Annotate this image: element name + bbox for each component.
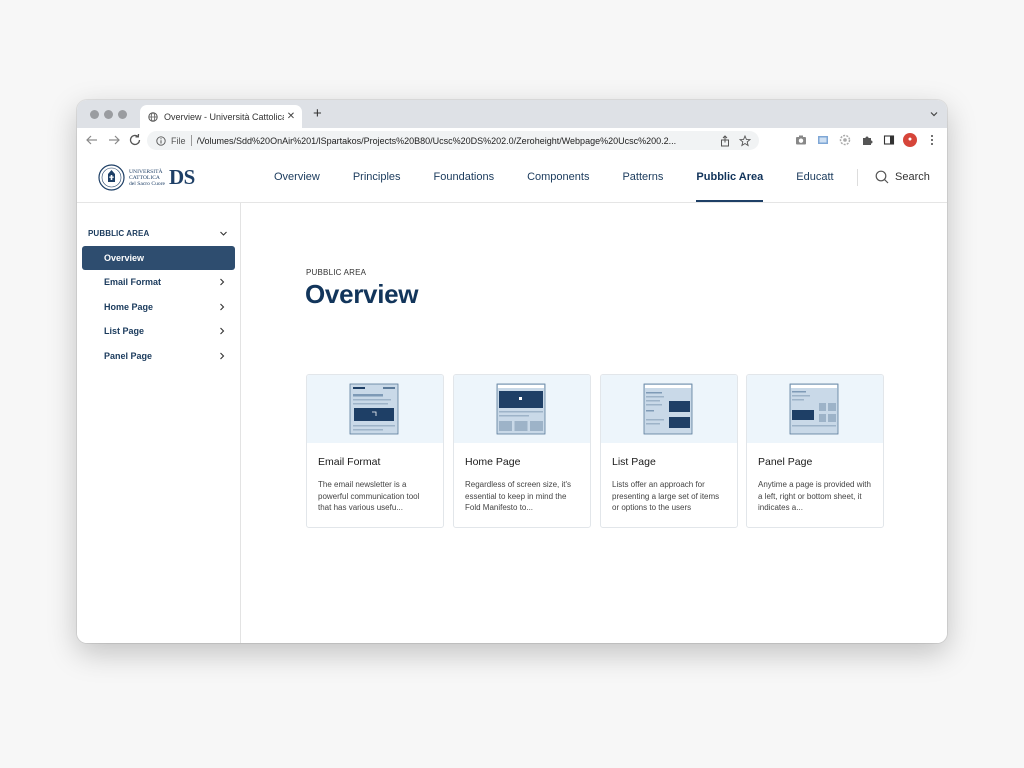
web-page: UNIVERSITÀ CATTOLICA del Sacro Cuore DS … [77, 153, 947, 643]
chevron-right-icon [220, 278, 225, 286]
browser-tab[interactable]: Overview - Università Cattolica ✕ [140, 105, 302, 128]
reload-icon[interactable] [128, 133, 142, 147]
card-thumbnail [601, 375, 737, 443]
nav-educatt[interactable]: Educatt [796, 153, 833, 202]
card-thumbnail [454, 375, 590, 443]
chevron-right-icon [220, 352, 225, 360]
list-page-thumbnail-icon [643, 383, 693, 435]
panel-page-thumbnail-icon [789, 383, 839, 435]
forward-arrow-icon[interactable] [107, 133, 121, 147]
chevron-right-icon [220, 327, 225, 335]
image-extension-icon[interactable] [817, 134, 829, 146]
globe-icon [148, 111, 158, 122]
main-content: PUBBLIC AREA Overview Email Format The e… [241, 203, 947, 643]
sidebar-item-home-page[interactable]: Home Page [82, 295, 235, 319]
puzzle-extensions-icon[interactable] [861, 134, 873, 146]
chevron-down-icon [220, 231, 227, 236]
logo-line-3: del Sacro Cuore [129, 180, 166, 187]
window-minimize-dot[interactable] [104, 110, 113, 119]
sidebar-item-panel-page[interactable]: Panel Page [82, 344, 235, 368]
sidebar: PUBBLIC AREA Overview Email Format Home … [77, 203, 241, 643]
logo-wordmark: UNIVERSITÀ CATTOLICA del Sacro Cuore [129, 169, 169, 187]
card-panel-page[interactable]: Panel Page Anytime a page is provided wi… [746, 374, 884, 528]
info-icon[interactable] [156, 135, 166, 146]
nav-overview[interactable]: Overview [274, 153, 320, 202]
sidebar-item-email-format[interactable]: Email Format [82, 270, 235, 294]
card-title: Home Page [465, 456, 521, 468]
nav-patterns[interactable]: Patterns [622, 153, 663, 202]
sidebar-item-list-page[interactable]: List Page [82, 319, 235, 343]
sidebar-section-header[interactable]: PUBBLIC AREA [88, 229, 228, 238]
share-icon[interactable] [719, 134, 731, 147]
bookmark-star-icon[interactable] [739, 134, 751, 147]
header-divider [857, 169, 858, 186]
tab-title: Overview - Università Cattolica [164, 111, 284, 122]
card-title: Email Format [318, 456, 381, 468]
page-title: Overview [305, 279, 419, 309]
url-text[interactable]: /Volumes/Sdd%20OnAir%201/lSpartakos/Proj… [197, 136, 719, 146]
search-button[interactable]: Search [875, 170, 930, 184]
sidebar-item-label: Home Page [104, 302, 154, 312]
browser-menu-icon[interactable] [929, 134, 935, 146]
card-title: List Page [612, 456, 656, 468]
chevron-right-icon [220, 303, 225, 311]
sidebar-item-label: List Page [104, 326, 145, 336]
card-home-page[interactable]: Home Page Regardless of screen size, it'… [453, 374, 591, 528]
nav-pubblic-area[interactable]: Pubblic Area [696, 153, 763, 202]
close-tab-icon[interactable]: ✕ [284, 111, 298, 122]
browser-window: Overview - Università Cattolica ✕ + File… [77, 100, 947, 643]
sidebar-item-label: Panel Page [104, 351, 153, 361]
page-eyebrow: PUBBLIC AREA [306, 268, 367, 277]
side-panel-icon[interactable] [883, 134, 895, 146]
address-bar[interactable]: File /Volumes/Sdd%20OnAir%201/lSpartakos… [147, 131, 759, 150]
card-thumbnail [307, 375, 443, 443]
search-label: Search [895, 171, 930, 183]
card-description: Regardless of screen size, it's essentia… [465, 480, 572, 512]
card-description: Anytime a page is provided with a left, … [758, 480, 871, 512]
tab-search-chevron-icon[interactable] [929, 109, 939, 119]
sidebar-item-label: Email Format [104, 277, 162, 287]
logo-ds: DS [169, 165, 195, 189]
card-email-format[interactable]: Email Format The email newsletter is a p… [306, 374, 444, 528]
tab-bar: Overview - Università Cattolica ✕ + [77, 100, 947, 128]
site-header: UNIVERSITÀ CATTOLICA del Sacro Cuore DS … [77, 153, 947, 203]
profile-avatar[interactable]: ● [903, 133, 917, 147]
back-arrow-icon[interactable] [85, 133, 99, 147]
window-zoom-dot[interactable] [118, 110, 127, 119]
new-tab-button[interactable]: + [313, 106, 322, 122]
card-description: The email newsletter is a powerful commu… [318, 480, 420, 512]
file-scheme-label: File [171, 135, 186, 146]
sidebar-item-overview[interactable]: Overview [82, 246, 235, 270]
top-navigation: Overview Principles Foundations Componen… [274, 153, 867, 202]
sidebar-section-label: PUBBLIC AREA [88, 229, 150, 238]
browser-toolbar: File /Volumes/Sdd%20OnAir%201/lSpartakos… [77, 128, 947, 154]
card-description: Lists offer an approach for presenting a… [612, 480, 720, 512]
sidebar-item-label: Overview [104, 253, 145, 263]
card-title: Panel Page [758, 456, 813, 468]
address-separator [190, 135, 192, 146]
site-logo[interactable]: UNIVERSITÀ CATTOLICA del Sacro Cuore DS [98, 164, 195, 191]
card-list-page[interactable]: List Page Lists offer an approach for pr… [600, 374, 738, 528]
university-crest-icon [98, 164, 125, 191]
nav-foundations[interactable]: Foundations [434, 153, 495, 202]
nav-components[interactable]: Components [527, 153, 589, 202]
search-icon [875, 170, 889, 184]
email-format-thumbnail-icon [349, 383, 399, 435]
settings-extension-icon[interactable] [839, 134, 851, 146]
nav-principles[interactable]: Principles [353, 153, 401, 202]
camera-extension-icon[interactable] [795, 134, 807, 146]
window-close-dot[interactable] [90, 110, 99, 119]
card-thumbnail [747, 375, 883, 443]
home-page-thumbnail-icon [496, 383, 546, 435]
